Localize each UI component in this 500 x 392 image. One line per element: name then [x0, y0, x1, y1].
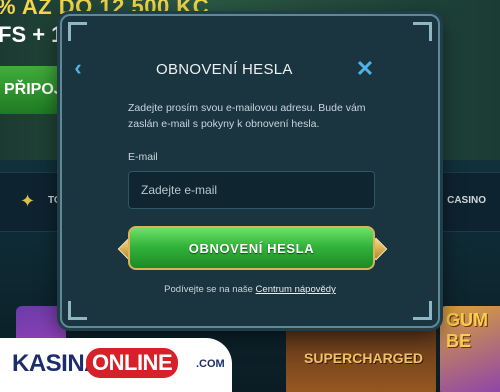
promo-text-line2: FS + 1 — [0, 22, 64, 47]
nav-item-casino[interactable]: CASINO — [447, 195, 486, 206]
star-icon: ✦ — [20, 191, 36, 211]
help-line: Podívejte se na naše Centrum nápovědy — [0, 284, 500, 295]
help-center-link[interactable]: Centrum nápovědy — [256, 284, 336, 295]
chevron-left-icon[interactable]: ‹ — [68, 56, 88, 80]
corner-ornament — [68, 301, 87, 320]
game-tile-title: SUPERCHARGED — [304, 350, 424, 366]
join-button[interactable]: PŘIPOJ — [0, 66, 68, 114]
modal-title: OBNOVENÍ HESLA — [156, 61, 293, 78]
email-label: E-mail — [128, 151, 158, 163]
corner-ornament — [68, 22, 87, 41]
help-text: Podívejte se na naše — [164, 284, 253, 295]
reset-password-button[interactable]: OBNOVENÍ HESLA — [128, 226, 375, 270]
watermark-logo: KASINA ONLINE .COM — [0, 338, 232, 392]
modal-description: Zadejte prosím svou e-mailovou adresu. B… — [128, 102, 366, 130]
game-tile-title: GUM BE — [446, 310, 488, 351]
corner-ornament — [413, 301, 432, 320]
close-icon[interactable]: ✕ — [354, 58, 376, 80]
game-tile[interactable]: GUM BE — [440, 306, 500, 392]
corner-ornament — [413, 22, 432, 41]
email-field[interactable] — [128, 171, 375, 209]
